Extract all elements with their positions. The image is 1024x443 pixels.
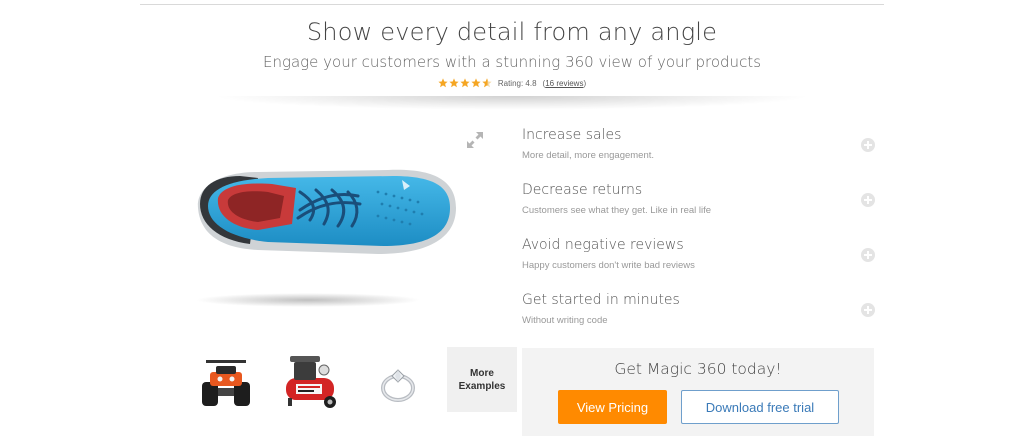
page-title: Show every detail from any angle (306, 18, 718, 46)
page-subtitle: Engage your customers with a stunning 36… (262, 53, 762, 71)
download-free-trial-button[interactable]: Download free trial (681, 390, 839, 424)
feature-title: Decrease returns (522, 182, 643, 198)
plus-circle-icon[interactable] (861, 193, 875, 207)
star-icon (449, 78, 459, 88)
plus-circle-icon[interactable] (861, 138, 875, 152)
hero-section: Show every detail from any angle Engage … (0, 14, 1024, 88)
close-paren: ) (583, 78, 587, 88)
star-icon (471, 78, 481, 88)
feature-decrease-returns[interactable]: Decrease returns Customers see what they… (522, 179, 878, 234)
thumbnail-diamond-ring[interactable] (360, 347, 435, 413)
more-examples-line2: Examples (458, 380, 506, 392)
cta-title: Get Magic 360 today! (614, 360, 782, 378)
rating-stars (438, 78, 492, 88)
feature-subtitle: Customers see what they get. Like in rea… (522, 205, 712, 216)
feature-avoid-negative-reviews[interactable]: Avoid negative reviews Happy customers d… (522, 234, 878, 289)
quad-bike-image (201, 360, 250, 406)
product-360-viewer[interactable] (188, 120, 488, 332)
view-pricing-button[interactable]: View Pricing (558, 390, 667, 424)
half-star-icon (482, 78, 492, 88)
reviews-link[interactable]: 16 reviews (545, 79, 583, 88)
thumbnail-quad-bike[interactable] (188, 347, 263, 413)
features-list: Increase sales More detail, more engagem… (522, 124, 878, 344)
feature-subtitle: Happy customers don't write bad reviews (522, 260, 695, 271)
plus-circle-icon[interactable] (861, 248, 875, 262)
thumbnail-air-compressor[interactable] (274, 347, 349, 413)
feature-title: Avoid negative reviews (522, 237, 684, 253)
more-examples-label: More Examples (459, 367, 506, 393)
feature-title: Increase sales (522, 127, 622, 143)
more-examples-line1: More (470, 367, 494, 379)
cta-panel: Get Magic 360 today! View Pricing Downlo… (522, 348, 874, 436)
star-icon (438, 78, 448, 88)
diamond-ring-image (380, 369, 415, 402)
star-icon (460, 78, 470, 88)
reviews-wrapper: (16 reviews) (543, 79, 587, 88)
shoe-image (196, 169, 456, 307)
feature-increase-sales[interactable]: Increase sales More detail, more engagem… (522, 124, 878, 179)
feature-subtitle: More detail, more engagement. (522, 150, 655, 161)
feature-title: Get started in minutes (522, 292, 680, 308)
expand-arrows-icon[interactable] (465, 130, 485, 150)
air-compressor-image (285, 356, 336, 408)
feature-get-started[interactable]: Get started in minutes Without writing c… (522, 289, 878, 344)
rating-label: Rating: 4.8 (497, 78, 537, 88)
thumbnail-strip: More Examples (188, 347, 517, 413)
cta-buttons: View Pricing Download free trial (558, 390, 839, 424)
rating-row: Rating: 4.8 (16 reviews) (0, 78, 1024, 88)
top-divider (140, 4, 884, 5)
hero-shadow (212, 96, 812, 110)
feature-subtitle: Without writing code (522, 315, 608, 326)
more-examples-button[interactable]: More Examples (447, 347, 517, 412)
plus-circle-icon[interactable] (861, 303, 875, 317)
